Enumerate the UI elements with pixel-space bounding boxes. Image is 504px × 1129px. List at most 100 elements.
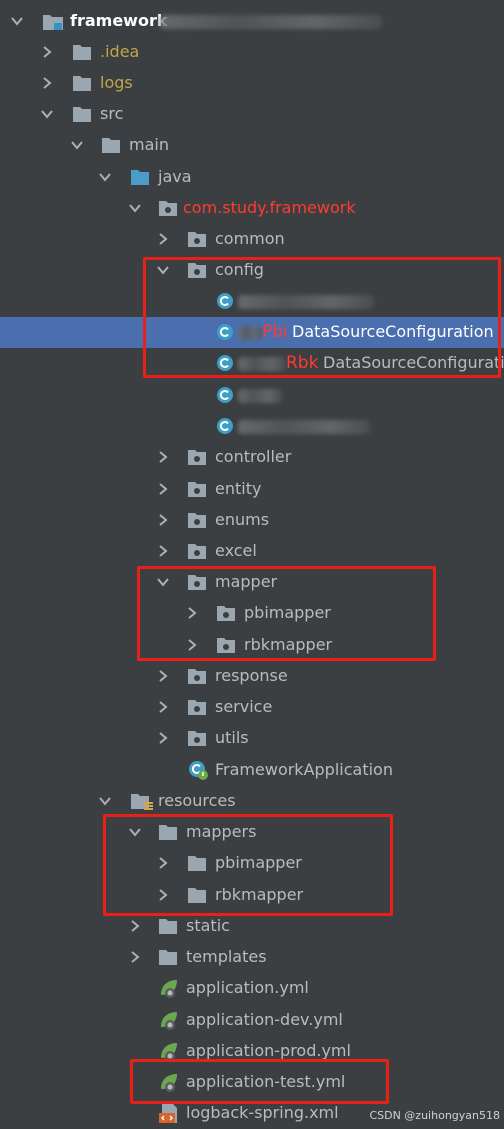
redacted-class-name <box>238 389 282 403</box>
tree-label: common <box>215 229 285 248</box>
chevron-right-icon[interactable] <box>40 45 54 59</box>
chevron-right-icon[interactable] <box>185 638 199 652</box>
chevron-down-icon[interactable] <box>70 138 84 152</box>
resources-folder-icon <box>130 792 154 810</box>
tree-row-application-yml[interactable]: application.yml <box>0 973 504 1004</box>
chevron-right-icon[interactable] <box>156 450 170 464</box>
tree-row-application-test-yml[interactable]: application-test.yml <box>0 1067 504 1098</box>
tree-row-mapper[interactable]: mapper <box>0 567 504 598</box>
redacted-class-name <box>238 295 374 309</box>
chevron-right-icon[interactable] <box>156 482 170 496</box>
tree-row-src[interactable]: src <box>0 99 504 130</box>
tree-row-package-root[interactable]: com.study.framework <box>0 193 504 224</box>
chevron-right-icon[interactable] <box>156 700 170 714</box>
chevron-right-icon[interactable] <box>156 232 170 246</box>
tree-row-excel[interactable]: excel <box>0 536 504 567</box>
chevron-down-icon[interactable] <box>156 263 170 277</box>
chevron-right-icon[interactable] <box>156 513 170 527</box>
tree-label: pbimapper <box>215 853 302 872</box>
class-icon <box>216 417 234 435</box>
tree-row-framework-application[interactable]: FrameworkApplication <box>0 755 504 786</box>
tree-label: resources <box>158 791 236 810</box>
package-icon <box>187 448 207 466</box>
tree-row-class-redacted[interactable] <box>0 411 504 442</box>
tree-row-common[interactable]: common <box>0 224 504 255</box>
chevron-right-icon[interactable] <box>185 606 199 620</box>
package-icon <box>187 261 207 279</box>
tree-label: templates <box>186 947 267 966</box>
tree-row-application-prod-yml[interactable]: application-prod.yml <box>0 1036 504 1067</box>
chevron-down-icon[interactable] <box>128 201 142 215</box>
package-icon <box>187 480 207 498</box>
tree-row-entity[interactable]: entity <box>0 474 504 505</box>
chevron-down-icon[interactable] <box>98 170 112 184</box>
tree-row-pbimapper-folder[interactable]: pbimapper <box>0 848 504 879</box>
folder-icon <box>72 43 92 61</box>
tree-row-main[interactable]: main <box>0 130 504 161</box>
package-icon <box>187 230 207 248</box>
chevron-down-icon[interactable] <box>128 825 142 839</box>
package-icon <box>187 542 207 560</box>
chevron-down-icon[interactable] <box>10 14 24 28</box>
tree-row-mappers[interactable]: mappers <box>0 817 504 848</box>
tree-row-pbi-datasource[interactable]: Pbi DataSourceConfiguration <box>0 317 504 348</box>
spring-boot-class-icon <box>187 759 209 781</box>
tree-label: pbimapper <box>244 603 331 622</box>
package-icon <box>158 199 178 217</box>
class-icon <box>216 323 234 341</box>
tree-row-enums[interactable]: enums <box>0 505 504 536</box>
class-icon <box>216 292 234 310</box>
folder-icon <box>158 917 178 935</box>
tree-row-templates[interactable]: templates <box>0 942 504 973</box>
redacted-prefix <box>238 326 262 340</box>
tree-row-resources[interactable]: resources <box>0 786 504 817</box>
watermark: CSDN @zuihongyan518 <box>369 1109 500 1122</box>
chevron-down-icon[interactable] <box>98 794 112 808</box>
tree-label: rbkmapper <box>215 885 304 904</box>
tree-label: FrameworkApplication <box>215 760 393 779</box>
project-name: framework <box>70 11 168 30</box>
spring-yaml-icon <box>158 977 180 999</box>
chevron-right-icon[interactable] <box>156 888 170 902</box>
chevron-down-icon[interactable] <box>156 575 170 589</box>
tree-label: src <box>100 104 124 123</box>
tree-row-static[interactable]: static <box>0 911 504 942</box>
tree-label: logback-spring.xml <box>186 1103 339 1122</box>
tree-row-utils[interactable]: utils <box>0 723 504 754</box>
tree-row-framework[interactable]: framework <box>0 6 504 37</box>
tree-label: DataSourceConfiguration <box>292 322 494 341</box>
package-icon <box>187 511 207 529</box>
tree-row-class-redacted[interactable] <box>0 286 504 317</box>
chevron-right-icon[interactable] <box>156 544 170 558</box>
tree-label: enums <box>215 510 270 529</box>
package-icon <box>187 667 207 685</box>
chevron-right-icon[interactable] <box>156 856 170 870</box>
chevron-right-icon[interactable] <box>40 76 54 90</box>
chevron-right-icon[interactable] <box>128 950 142 964</box>
tree-row-application-dev-yml[interactable]: application-dev.yml <box>0 1005 504 1036</box>
tree-row-rbkmapper-package[interactable]: rbkmapper <box>0 630 504 661</box>
tree-row-java[interactable]: java <box>0 162 504 193</box>
tree-row-service[interactable]: service <box>0 692 504 723</box>
chevron-right-icon[interactable] <box>128 919 142 933</box>
tree-label: mappers <box>186 822 257 841</box>
chevron-right-icon[interactable] <box>156 669 170 683</box>
tree-row-controller[interactable]: controller <box>0 442 504 473</box>
class-icon <box>216 354 234 372</box>
tree-label: rbkmapper <box>244 635 333 654</box>
package-icon <box>216 636 236 654</box>
tree-row-pbimapper-package[interactable]: pbimapper <box>0 598 504 629</box>
tree-row-rbkmapper-folder[interactable]: rbkmapper <box>0 880 504 911</box>
chevron-right-icon[interactable] <box>156 731 170 745</box>
package-icon <box>187 729 207 747</box>
tree-row-class-redacted[interactable] <box>0 380 504 411</box>
tree-row-logs[interactable]: logs <box>0 68 504 99</box>
tree-row-rbk-datasource[interactable]: Rbk DataSourceConfigurati <box>0 348 504 379</box>
tree-row-config[interactable]: config <box>0 255 504 286</box>
chevron-down-icon[interactable] <box>40 107 54 121</box>
tree-row-response[interactable]: response <box>0 661 504 692</box>
tree-row-idea[interactable]: .idea <box>0 37 504 68</box>
annotation-prefix: Rbk <box>286 353 319 373</box>
module-folder-icon <box>42 12 63 30</box>
tree-label: java <box>158 167 192 186</box>
